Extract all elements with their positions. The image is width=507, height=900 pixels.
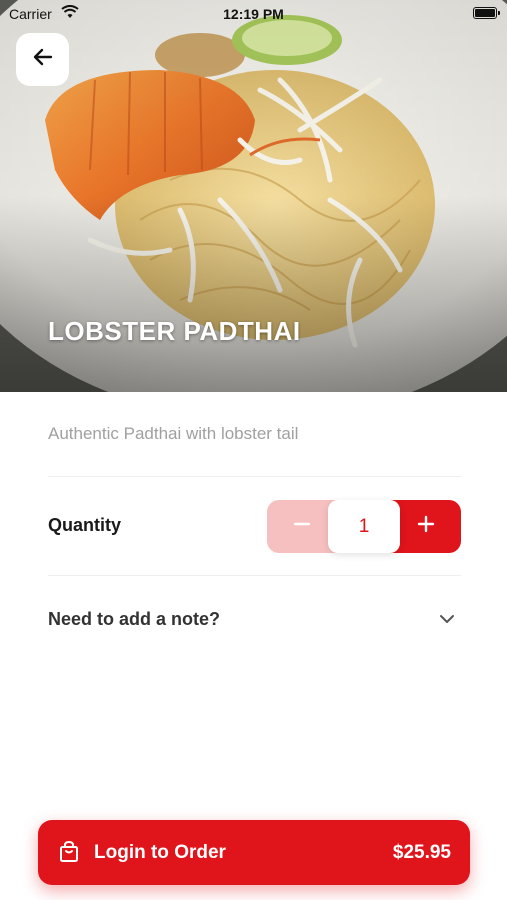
back-arrow-icon <box>31 45 55 74</box>
chevron-down-icon <box>439 611 455 632</box>
battery-icon <box>473 7 497 19</box>
back-button[interactable] <box>16 33 69 86</box>
add-note-toggle[interactable]: Need to add a note? <box>48 596 461 644</box>
cta-price: $25.95 <box>392 842 451 863</box>
login-to-order-button[interactable]: Login to Order $25.95 <box>38 820 470 885</box>
battery-tip <box>498 11 500 15</box>
cta-label: Login to Order <box>94 842 226 863</box>
hero-image: Carrier 12:19 PM LOBSTER PADTHAI <box>0 0 507 392</box>
dish-description: Authentic Padthai with lobster tail <box>48 424 299 443</box>
shopping-bag-icon <box>59 840 79 868</box>
plus-icon <box>416 514 436 539</box>
quantity-label: Quantity <box>48 515 122 535</box>
increment-button[interactable] <box>391 500 461 553</box>
minus-icon <box>292 514 312 539</box>
status-bar: Carrier 12:19 PM <box>0 0 507 28</box>
dish-title: LOBSTER PADTHAI <box>48 316 301 346</box>
quantity-value: 1 <box>328 500 400 553</box>
divider <box>48 476 461 477</box>
note-label: Need to add a note? <box>48 609 221 629</box>
status-time: 12:19 PM <box>223 6 284 22</box>
divider <box>48 575 461 576</box>
quantity-stepper: 1 <box>267 500 461 553</box>
decrement-button[interactable] <box>267 500 337 553</box>
